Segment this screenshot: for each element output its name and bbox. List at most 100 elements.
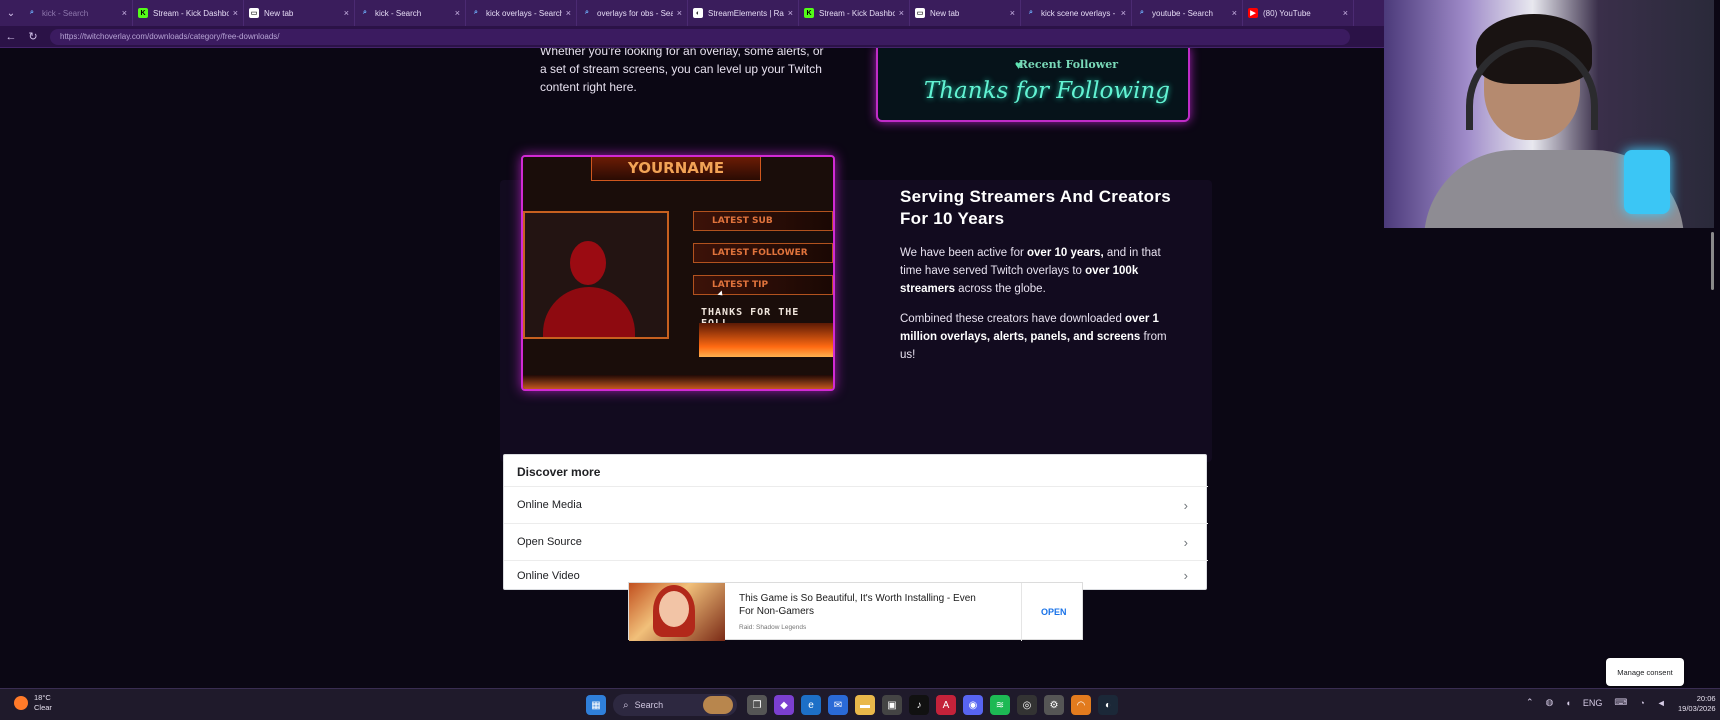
browser-tab[interactable]: ▶ (80) YouTube × [1243, 0, 1354, 26]
webcam-frame [523, 211, 669, 339]
overlay-name-banner: YOURNAME [591, 157, 761, 181]
mic-tray-icon[interactable]: ◖ [1565, 698, 1570, 708]
clock-time: 20:06 [1696, 694, 1716, 703]
obs-icon[interactable]: ◎ [1017, 695, 1037, 715]
task-view-icon[interactable]: ❐ [747, 695, 767, 715]
discover-item-online-media[interactable]: Online Media › [504, 486, 1208, 523]
taskbar-clock[interactable]: 20:06 19/03/2026 [1678, 694, 1716, 714]
overlay-fire-graphic [699, 323, 833, 357]
tab-title: (80) YouTube [1263, 8, 1311, 18]
settings-gear-icon[interactable]: ⚙ [1044, 695, 1064, 715]
close-icon[interactable]: × [344, 8, 349, 18]
overlay-bar-sub: LATEST SUB [693, 211, 833, 231]
discord-icon[interactable]: ◉ [963, 695, 983, 715]
silhouette-head [570, 241, 606, 285]
url-input[interactable]: https://twitchoverlay.com/downloads/cate… [50, 28, 1350, 45]
browser-tab[interactable]: ◐ StreamElements | Razor × [688, 0, 799, 26]
silhouette-body [543, 287, 635, 337]
store-icon[interactable]: ▣ [882, 695, 902, 715]
overlay-preview-image: YOURNAME LATEST SUB LATEST FOLLOWER LATE… [521, 155, 835, 391]
wifi-icon[interactable]: ◔ [1639, 698, 1644, 708]
adobe-icon[interactable]: A [936, 695, 956, 715]
search-icon: ⌕ [474, 9, 478, 16]
close-icon[interactable]: × [1343, 8, 1348, 18]
spotify-icon[interactable]: ≋ [990, 695, 1010, 715]
browser-tab[interactable]: ⌕ youtube - Search × [1132, 0, 1243, 26]
streamelements-icon: ◐ [693, 8, 703, 18]
search-icon: ⌕ [1029, 9, 1033, 16]
thanks-following-text: Thanks for Following [923, 78, 1170, 104]
ad-source: Raid: Shadow Legends [739, 624, 807, 631]
tab-title: New tab [264, 8, 294, 18]
close-icon[interactable]: × [233, 8, 238, 18]
microphone-icon [1624, 150, 1670, 214]
ad-title[interactable]: This Game is So Beautiful, It's Worth In… [739, 592, 989, 618]
feature-text-block: Serving Streamers And Creators For 10 Ye… [900, 186, 1180, 376]
ad-image-face [659, 591, 689, 627]
tab-title: kick overlays - Search [486, 8, 562, 18]
file-explorer-icon[interactable]: ▬ [855, 695, 875, 715]
close-icon[interactable]: × [1121, 8, 1126, 18]
address-bar-row: ← ↻ https://twitchoverlay.com/downloads/… [0, 26, 1384, 48]
browser-tab[interactable]: ▭ New tab × [910, 0, 1021, 26]
intro-text: Whether you're looking for an overlay, s… [540, 48, 824, 94]
chevron-up-icon[interactable]: ⌃ [1526, 697, 1534, 708]
steam-icon[interactable]: ◐ [1098, 695, 1118, 715]
edge-icon[interactable]: e [801, 695, 821, 715]
kick-icon: K [804, 8, 814, 18]
browser-tab[interactable]: K Stream - Kick Dashboard × [799, 0, 910, 26]
overlay-bar-follower: LATEST FOLLOWER [693, 243, 833, 263]
ad-open-button[interactable]: OPEN [1041, 607, 1067, 617]
close-icon[interactable]: × [1232, 8, 1237, 18]
overlay-bar-tip: LATEST TIP [693, 275, 833, 295]
volume-icon[interactable]: ◄ [1657, 698, 1666, 708]
network-icon[interactable]: ◍ [1546, 697, 1554, 708]
close-icon[interactable]: × [788, 8, 793, 18]
manage-consent-button[interactable]: Manage consent [1606, 658, 1684, 686]
page-scrollbar[interactable] [1710, 228, 1716, 688]
tiktok-icon[interactable]: ♪ [909, 695, 929, 715]
taskbar-search[interactable]: ⌕ Search [613, 694, 737, 716]
ad-banner[interactable]: This Game is So Beautiful, It's Worth In… [628, 582, 1083, 641]
close-icon[interactable]: × [899, 8, 904, 18]
ad-image [629, 583, 725, 641]
tab-actions-menu[interactable]: ⌄ [0, 0, 22, 26]
browser-tab[interactable]: ⌕ kick scene overlays - Search × [1021, 0, 1132, 26]
close-icon[interactable]: × [122, 8, 127, 18]
discover-item-label: Online Video [517, 569, 580, 582]
lang-indicator[interactable]: ENG [1583, 698, 1603, 708]
close-icon[interactable]: × [1010, 8, 1015, 18]
feature-paragraph-2: Combined these creators have downloaded … [900, 313, 1167, 361]
close-icon[interactable]: × [677, 8, 682, 18]
newtab-icon: ▭ [249, 8, 259, 18]
browser-tab[interactable]: ⌕ kick - Search × [22, 0, 133, 26]
browser-tab[interactable]: K Stream - Kick Dashboard × [133, 0, 244, 26]
browser-tab[interactable]: ⌕ kick - Search × [355, 0, 466, 26]
copilot-icon[interactable]: ◆ [774, 695, 794, 715]
close-icon[interactable]: × [566, 8, 571, 18]
tab-title: New tab [930, 8, 960, 18]
tab-title: youtube - Search [1152, 8, 1213, 18]
weather-temp: 18°C [34, 693, 51, 702]
browser-tab[interactable]: ⌕ kick overlays - Search × [466, 0, 577, 26]
refresh-icon[interactable]: ↻ [22, 30, 44, 43]
browser-tab[interactable]: ▭ New tab × [244, 0, 355, 26]
webcam-feed [1384, 0, 1714, 228]
discover-item-open-source[interactable]: Open Source › [504, 523, 1208, 560]
chevron-right-icon: › [1183, 534, 1188, 550]
back-icon[interactable]: ← [0, 31, 22, 43]
weather-widget[interactable]: 18°C Clear [14, 693, 52, 713]
system-tray: ⌃ ◍ ◖ ENG ⌨ ◔ ◄ [1526, 697, 1678, 708]
youtube-icon: ▶ [1248, 8, 1258, 18]
search-icon: ⌕ [623, 699, 629, 711]
scroll-thumb[interactable] [1711, 232, 1714, 290]
chevron-right-icon: › [1183, 568, 1188, 583]
keyboard-icon[interactable]: ⌨ [1614, 697, 1627, 708]
windows-start-icon[interactable]: ▦ [586, 695, 606, 715]
browser-tab[interactable]: ⌕ overlays for obs - Search × [577, 0, 688, 26]
discover-more-title: Discover more [517, 465, 601, 479]
ad-divider [1021, 583, 1022, 641]
rss-icon[interactable]: ◠ [1071, 695, 1091, 715]
mail-icon[interactable]: ✉ [828, 695, 848, 715]
close-icon[interactable]: × [455, 8, 460, 18]
